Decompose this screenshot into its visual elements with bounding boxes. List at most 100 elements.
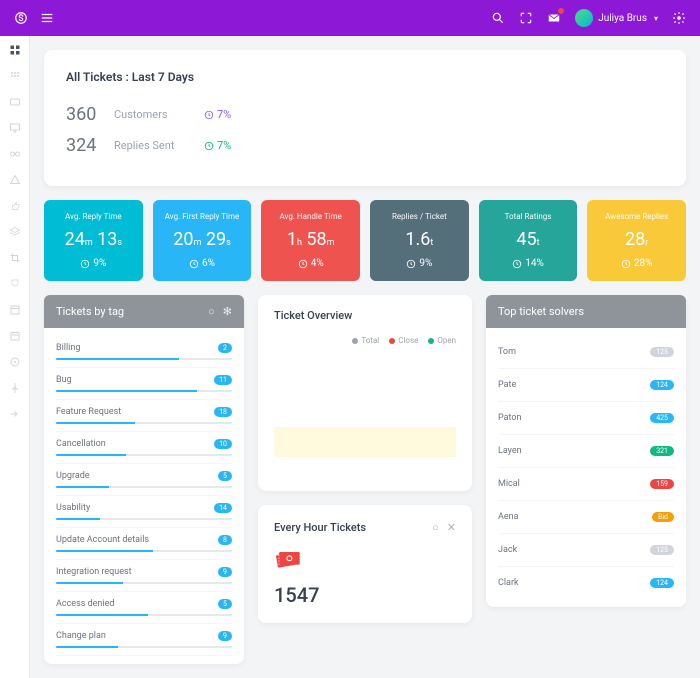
solver-count: 321 [650, 446, 674, 456]
metric-label: Replies / Ticket [378, 212, 461, 221]
sidebar-target-icon[interactable] [9, 356, 21, 368]
summary-value: 360 [66, 104, 104, 125]
tag-row[interactable]: Integration request9 [56, 560, 232, 592]
logo-icon[interactable] [14, 11, 28, 25]
legend-item[interactable]: Open [428, 336, 456, 345]
search-icon[interactable] [491, 11, 505, 25]
summary-card: All Tickets : Last 7 Days 360 Customers 7… [44, 50, 686, 186]
sidebar-layers-icon[interactable] [9, 226, 21, 238]
tag-row[interactable]: Billing2 [56, 336, 232, 368]
tag-bar [56, 582, 232, 584]
tag-count: 11 [214, 375, 232, 385]
metric-value: 45t [487, 229, 570, 250]
solvers-title: Top ticket solvers [498, 305, 584, 318]
summary-pct: 7% [204, 108, 231, 121]
solver-name: Clark [498, 578, 519, 588]
metric-card: Avg. Reply Time24m 13s 9% [44, 200, 143, 281]
solvers-panel: Top ticket solvers Tom 125 Pate 124 Paton425… [486, 295, 686, 607]
legend-item[interactable]: Total [352, 336, 379, 345]
metric-label: Avg. First Reply Time [161, 212, 244, 221]
sidebar-link-icon[interactable] [9, 148, 21, 160]
sidebar-crop-icon[interactable] [9, 252, 21, 264]
solver-count: 124 [650, 380, 674, 390]
metric-card: Avg. First Reply Time20m 29s 6% [153, 200, 252, 281]
tag-bar [56, 486, 232, 488]
fullscreen-icon[interactable] [519, 11, 533, 25]
mail-icon[interactable] [547, 11, 561, 25]
solver-count: 125 [650, 347, 674, 357]
metrics-row: Avg. Reply Time24m 13s 9%Avg. First Repl… [44, 200, 686, 281]
refresh-icon[interactable]: ○ [208, 305, 215, 318]
avatar [575, 9, 593, 27]
metric-pct: 28% [595, 258, 678, 269]
overview-panel: Ticket Overview Total Close Open [258, 295, 472, 491]
gear-icon[interactable]: ✻ [223, 305, 232, 318]
sidebar-window-icon[interactable] [9, 304, 21, 316]
solver-row[interactable]: AenaBid [498, 501, 674, 534]
solver-name: Paton [498, 413, 521, 423]
solver-row[interactable]: Layen 321 [498, 435, 674, 468]
tag-row[interactable]: Upgrade5 [56, 464, 232, 496]
solver-row[interactable]: Pate 124 [498, 369, 674, 402]
tag-row[interactable]: Feature Request18 [56, 400, 232, 432]
tag-bar [56, 422, 232, 424]
sidebar-pin-icon[interactable] [9, 382, 21, 394]
tag-bar [56, 646, 232, 648]
refresh-icon[interactable]: ○ [432, 521, 439, 534]
tag-name: Cancellation [56, 439, 106, 449]
tag-name: Update Account details [56, 535, 149, 545]
solver-name: Pate [498, 380, 516, 390]
legend-item[interactable]: Close [389, 336, 418, 345]
sidebar-dashboard-icon[interactable] [9, 44, 21, 56]
legend-dot [428, 338, 434, 344]
sidebar-monitor-icon[interactable] [9, 122, 21, 134]
hourly-title: Every Hour Tickets [274, 521, 366, 534]
sidebar-calendar-icon[interactable] [9, 330, 21, 342]
tag-row[interactable]: Usability14 [56, 496, 232, 528]
tags-title: Tickets by tag [56, 305, 124, 318]
summary-label: Customers [114, 108, 194, 121]
solver-row[interactable]: Clark124 [498, 567, 674, 599]
close-icon[interactable]: ✕ [447, 521, 456, 534]
overview-title: Ticket Overview [258, 295, 472, 336]
solver-row[interactable]: Paton425 [498, 402, 674, 435]
tag-count: 18 [214, 407, 232, 417]
tag-bar [56, 518, 232, 520]
sidebar-alert-icon[interactable] [9, 174, 21, 186]
metric-pct: 14% [487, 258, 570, 269]
tag-row[interactable]: Cancellation10 [56, 432, 232, 464]
solver-name: Tom [498, 347, 516, 357]
user-menu[interactable]: Juliya Brus ▾ [575, 9, 658, 27]
metric-card: Avg. Handle Time1h 58m 4% [261, 200, 360, 281]
metric-pct: 6% [161, 258, 244, 269]
sidebar-cup-icon[interactable] [9, 278, 21, 290]
overview-chart [274, 355, 456, 475]
tag-bar [56, 454, 232, 456]
metric-label: Total Ratings [487, 212, 570, 221]
metric-pct: 9% [52, 258, 135, 269]
tag-bar [56, 390, 232, 392]
solver-row[interactable]: Jack125 [498, 534, 674, 567]
sidebar-thumb-icon[interactable] [9, 200, 21, 212]
gear-icon[interactable] [672, 11, 686, 25]
summary-title: All Tickets : Last 7 Days [66, 70, 664, 84]
tag-count: 5 [218, 471, 232, 481]
sidebar-share-icon[interactable] [9, 408, 21, 420]
solver-name: Layen [498, 446, 522, 456]
sidebar-grid-icon[interactable] [9, 70, 21, 82]
tag-row[interactable]: Change plan9 [56, 624, 232, 656]
solver-name: Mical [498, 479, 520, 489]
legend-dot [352, 338, 358, 344]
menu-icon[interactable] [40, 11, 54, 25]
solver-row[interactable]: Mical159 [498, 468, 674, 501]
tag-row[interactable]: Bug11 [56, 368, 232, 400]
tag-count: 2 [218, 343, 232, 353]
solver-row[interactable]: Tom 125 [498, 336, 674, 369]
sidebar-card-icon[interactable] [9, 96, 21, 108]
metric-card: Total Ratings 45t 14% [479, 200, 578, 281]
tag-row[interactable]: Access denied5 [56, 592, 232, 624]
tag-row[interactable]: Update Account details8 [56, 528, 232, 560]
solver-name: Jack [498, 545, 517, 555]
chevron-down-icon: ▾ [654, 14, 658, 23]
metric-value: 24m 13s [52, 229, 135, 250]
